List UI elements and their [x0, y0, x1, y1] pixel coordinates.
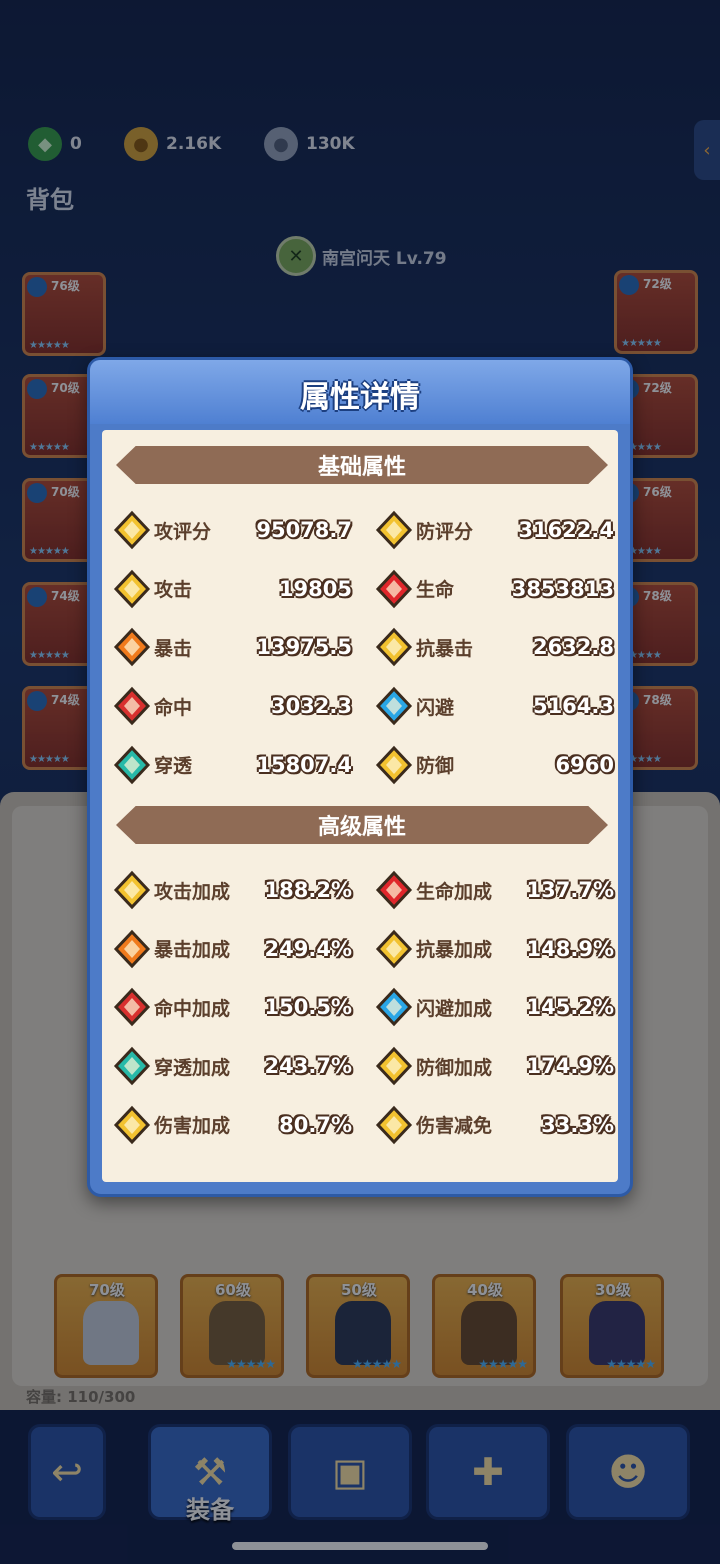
stat-row: 穿透 15807.4 [112, 743, 352, 787]
attack-rating-icon [112, 510, 152, 550]
crit-resist-icon [374, 627, 414, 667]
stat-row: 命中加成 150.5% [112, 985, 352, 1029]
stat-row: 伤害减免 33.3% [374, 1103, 614, 1147]
stat-name: 抗暴加成 [416, 939, 493, 962]
stat-row: 防御 6960 [374, 743, 614, 787]
stat-name: 防御加成 [416, 1056, 493, 1079]
stat-value: 80.7% [279, 1112, 352, 1137]
stat-name: 防评分 [416, 520, 474, 543]
stat-value: 148.9% [526, 936, 614, 961]
stat-row: 命中 3032.3 [112, 684, 352, 728]
attack-bonus-icon [112, 870, 152, 910]
stat-value: 174.9% [526, 1054, 614, 1079]
stat-name: 伤害加成 [154, 1115, 231, 1138]
stat-name: 闪避加成 [416, 997, 493, 1020]
stat-value: 5164.3 [532, 694, 614, 719]
stat-value: 95078.7 [256, 518, 352, 542]
stat-row: 生命 3853813 [374, 567, 614, 611]
basic-attributes-header: 基础属性 [116, 446, 608, 484]
stat-row: 抗暴加成 148.9% [374, 927, 614, 971]
pierce-bonus-icon [112, 1046, 152, 1086]
stat-name: 命中 [154, 696, 193, 719]
stat-row: 防评分 31622.4 [374, 508, 614, 552]
stat-row: 攻击 19805 [112, 567, 352, 611]
stat-value: 243.7% [264, 1054, 352, 1079]
crit-bonus-icon [112, 929, 152, 969]
defense-bonus-icon [374, 1046, 414, 1086]
heart-icon [374, 569, 414, 609]
stat-value: 145.2% [526, 995, 614, 1020]
hit-icon [112, 686, 152, 726]
stat-name: 攻击 [154, 579, 193, 602]
damage-reduction-icon [374, 1105, 414, 1145]
heart-bonus-icon [374, 870, 414, 910]
stat-row: 暴击 13975.5 [112, 625, 352, 669]
stat-row: 防御加成 174.9% [374, 1044, 614, 1088]
stat-value: 19805 [278, 576, 352, 601]
stat-value: 188.2% [264, 878, 352, 902]
damage-bonus-icon [112, 1105, 152, 1145]
stat-row: 穿透加成 243.7% [112, 1044, 352, 1088]
stat-row: 攻评分 95078.7 [112, 508, 352, 552]
stat-name: 伤害减免 [416, 1115, 493, 1138]
stat-name: 攻评分 [154, 520, 212, 543]
stat-value: 3853813 [511, 576, 614, 601]
stat-row: 伤害加成 80.7% [112, 1103, 352, 1147]
stat-value: 3032.3 [270, 694, 352, 719]
stat-name: 暴击加成 [154, 939, 231, 962]
stat-value: 249.4% [264, 936, 352, 961]
stat-value: 137.7% [526, 878, 614, 902]
stat-value: 15807.4 [256, 752, 352, 777]
stat-row: 生命加成 137.7% [374, 868, 614, 912]
dodge-icon [374, 686, 414, 726]
stat-row: 抗暴击 2632.8 [374, 625, 614, 669]
stat-name: 闪避 [416, 696, 455, 719]
stat-value: 31622.4 [518, 518, 614, 542]
stat-name: 抗暴击 [416, 637, 474, 660]
dodge-bonus-icon [374, 987, 414, 1027]
attack-icon [112, 569, 152, 609]
crit-resist-bonus-icon [374, 929, 414, 969]
modal-body: 基础属性 攻评分 95078.7 防评分 31622.4 攻击 19805 生命 385381… [102, 430, 618, 1182]
stat-name: 生命加成 [416, 880, 493, 903]
stat-name: 暴击 [154, 637, 193, 660]
stat-name: 生命 [416, 579, 455, 602]
stat-value: 6960 [555, 752, 614, 777]
stat-value: 33.3% [541, 1112, 614, 1137]
stat-row: 攻击加成 188.2% [112, 868, 352, 912]
crit-icon [112, 627, 152, 667]
stat-name: 穿透 [154, 755, 193, 778]
attribute-details-modal: 属性详情 基础属性 攻评分 95078.7 防评分 31622.4 攻击 19805 生命 3… [87, 357, 633, 1197]
stat-row: 闪避 5164.3 [374, 684, 614, 728]
stat-name: 攻击加成 [154, 880, 231, 903]
stat-name: 穿透加成 [154, 1056, 231, 1079]
stat-name: 命中加成 [154, 997, 231, 1020]
stat-value: 13975.5 [256, 635, 352, 660]
pierce-icon [112, 745, 152, 785]
stat-row: 闪避加成 145.2% [374, 985, 614, 1029]
advanced-attributes-header: 高级属性 [116, 806, 608, 844]
stat-name: 防御 [416, 755, 455, 778]
shield-icon [374, 745, 414, 785]
defense-rating-icon [374, 510, 414, 550]
stat-row: 暴击加成 249.4% [112, 927, 352, 971]
stat-value: 2632.8 [532, 635, 614, 660]
modal-title: 属性详情 [300, 380, 420, 415]
hit-bonus-icon [112, 987, 152, 1027]
stat-value: 150.5% [264, 995, 352, 1020]
